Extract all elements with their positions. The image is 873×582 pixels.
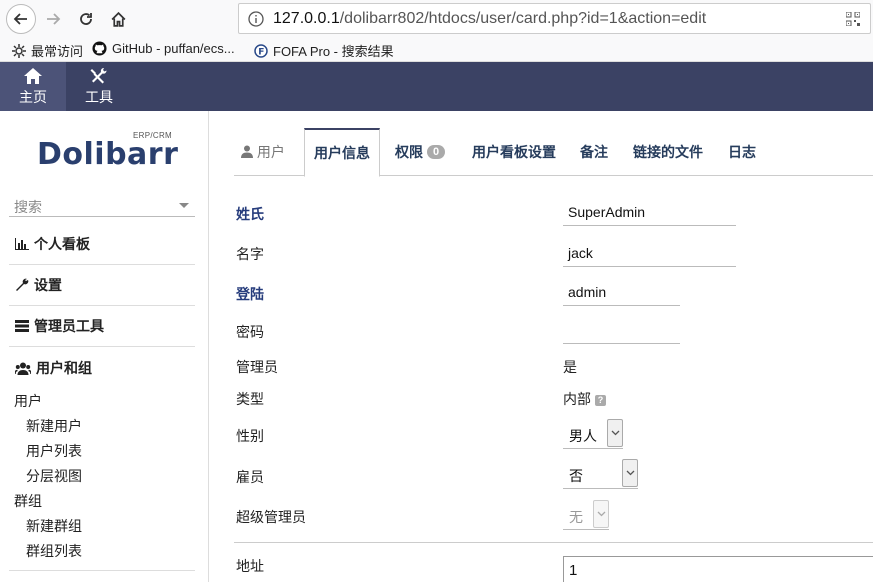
tools-icon [90,67,107,83]
menu-users-groups-block: 用户和组 用户 新建用户 用户列表 分层视图 群组 新建群组 群组列表 [9,347,195,571]
fofa-icon: F [254,43,268,58]
tab-bar: 用户 用户信息 权限 0 用户看板设置 备注 链接的文件 日志 [234,128,873,177]
lastname-label: 姓氏 [236,206,264,222]
browser-home-button[interactable] [103,4,133,34]
qr-code-icon[interactable] [846,12,860,26]
menu-dashboard-block: 个人看板 [9,224,195,265]
menu-admin-tools[interactable]: 管理员工具 [9,306,195,346]
login-label: 登陆 [236,286,264,302]
reload-button[interactable] [71,4,101,34]
users-icon [15,362,31,375]
topmenu-tools[interactable]: 工具 [66,62,132,111]
help-icon[interactable]: ? [595,394,606,406]
menu-setup[interactable]: 设置 [9,265,195,305]
tab-log[interactable]: 日志 [728,128,756,176]
lastname-input[interactable]: SuperAdmin [563,198,736,226]
forward-button[interactable] [38,4,68,34]
menu-user-list[interactable]: 用户列表 [9,439,195,464]
bookmark-most-visited[interactable]: 最常访问 [12,41,83,60]
admin-label: 管理员 [236,359,278,375]
tab-permissions[interactable]: 权限 0 [395,128,446,176]
address-label: 地址 [236,558,264,574]
password-input[interactable] [563,316,680,344]
gear-icon [12,43,26,58]
admin-value: 是 [563,359,577,375]
employee-select[interactable]: 否 [563,459,638,489]
tab-user[interactable]: 用户 [241,128,285,176]
tab-dashboard-setup[interactable]: 用户看板设置 [472,128,556,176]
server-icon [15,320,29,332]
github-icon [92,41,107,56]
tab-note[interactable]: 备注 [580,128,608,176]
gender-label: 性别 [236,428,264,444]
chevron-down-icon [593,500,609,528]
type-value: 内部? [563,389,606,409]
chevron-down-icon[interactable] [622,459,638,487]
firstname-input[interactable]: jack [563,239,736,267]
permissions-count-badge: 0 [427,145,446,160]
menu-new-group[interactable]: 新建群组 [9,514,195,539]
section-divider [234,542,873,543]
wrench-icon [16,278,29,291]
address-textarea[interactable]: 1 [563,556,873,582]
superadmin-select[interactable]: 无 [563,500,609,530]
menu-admin-tools-block: 管理员工具 [9,306,195,347]
login-input[interactable]: admin [563,278,680,306]
info-icon[interactable] [248,11,264,27]
user-icon [241,145,253,158]
left-sidebar: ERP/CRM Dolibarr 搜索 个人看板 设置 管理员工具 用户和组 用… [0,111,209,582]
employee-label: 雇员 [236,469,264,485]
chevron-down-icon [179,203,189,208]
bookmarks-bar: 最常访问 GitHub - puffan/ecs... F FOFA Pro -… [0,37,873,62]
menu-new-user[interactable]: 新建用户 [9,414,195,439]
type-label: 类型 [236,391,264,407]
search-select[interactable]: 搜索 [9,193,195,217]
tab-user-info[interactable]: 用户信息 [304,128,380,177]
menu-setup-block: 设置 [9,265,195,306]
back-button[interactable] [6,4,36,34]
superadmin-label: 超级管理员 [236,509,306,525]
url-text: 127.0.0.1/dolibarr802/htdocs/user/card.p… [273,10,707,27]
topmenu-home[interactable]: 主页 [0,62,66,111]
app-topbar: 主页 工具 [0,62,873,111]
menu-hierarchy[interactable]: 分层视图 [9,464,195,489]
browser-toolbar: 127.0.0.1/dolibarr802/htdocs/user/card.p… [0,0,873,37]
password-label: 密码 [236,324,264,340]
menu-dashboard[interactable]: 个人看板 [9,224,195,264]
menu-groups[interactable]: 群组 [9,489,195,514]
menu-users-groups[interactable]: 用户和组 [9,347,195,389]
menu-group-list[interactable]: 群组列表 [9,539,195,564]
svg-text:F: F [258,47,264,57]
bookmark-github[interactable]: GitHub - puffan/ecs... [92,41,235,56]
menu-users[interactable]: 用户 [9,389,195,414]
dolibarr-logo[interactable]: ERP/CRM Dolibarr [37,131,178,171]
bar-chart-icon [15,238,29,250]
firstname-label: 名字 [236,246,264,262]
address-bar[interactable]: 127.0.0.1/dolibarr802/htdocs/user/card.p… [238,3,871,34]
chevron-down-icon[interactable] [607,419,623,447]
gender-select[interactable]: 男人 [563,419,623,449]
bookmark-fofa[interactable]: F FOFA Pro - 搜索结果 [254,41,394,60]
tab-linked-files[interactable]: 链接的文件 [633,128,703,176]
home-icon [24,67,42,84]
